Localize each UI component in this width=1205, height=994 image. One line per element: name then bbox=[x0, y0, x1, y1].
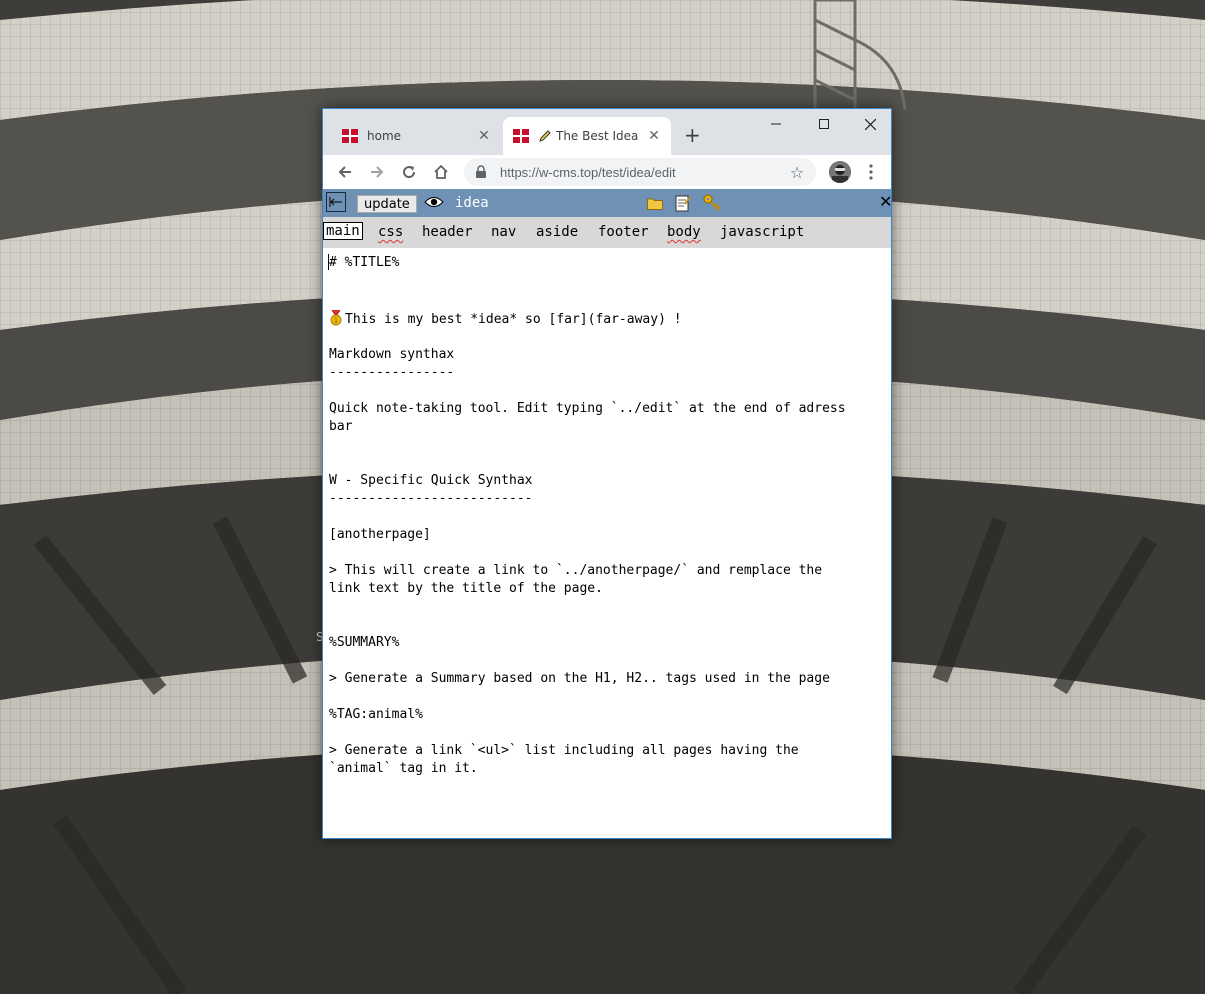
editor-line: ---------------- bbox=[329, 365, 455, 380]
forward-button[interactable] bbox=[365, 160, 389, 184]
tab-nav[interactable]: nav bbox=[491, 224, 516, 240]
tab-aside[interactable]: aside bbox=[536, 224, 578, 240]
bookmark-star-icon[interactable]: ☆ bbox=[788, 163, 806, 182]
browser-toolbar: https://w-cms.top/test/idea/edit ☆ bbox=[323, 155, 891, 189]
arrow-right-icon bbox=[371, 166, 384, 178]
tab-css[interactable]: css bbox=[378, 224, 403, 240]
menu-button[interactable] bbox=[863, 161, 879, 183]
arrow-left-icon bbox=[338, 166, 351, 178]
key-button[interactable] bbox=[702, 193, 722, 213]
reload-button[interactable] bbox=[397, 160, 421, 184]
cms-toolbar: update idea ✕ bbox=[323, 189, 892, 217]
editor-line: %TAG:animal% bbox=[329, 707, 423, 722]
notepad-button[interactable] bbox=[673, 193, 693, 213]
tab-javascript[interactable]: javascript bbox=[720, 224, 804, 240]
maximize-button[interactable] bbox=[807, 113, 841, 135]
medal-icon: 1 bbox=[330, 310, 342, 326]
editor-line: link text by the title of the page. bbox=[329, 581, 603, 596]
editor-line: `animal` tag in it. bbox=[329, 761, 478, 776]
tab-strip: home ✕ The Best Idea ✕ + bbox=[323, 109, 891, 155]
svg-text:1: 1 bbox=[334, 317, 338, 325]
update-button[interactable]: update bbox=[357, 195, 417, 213]
content-editor[interactable]: # %TITLE% 1 This is my best *idea* so [fa… bbox=[323, 248, 891, 838]
editor-line: W - Specific Quick Synthax bbox=[329, 473, 533, 488]
tab-home[interactable]: home ✕ bbox=[323, 117, 501, 155]
editor-line: > Generate a link `<ul>` list including … bbox=[329, 743, 799, 758]
new-tab-button[interactable]: + bbox=[684, 123, 701, 147]
editor-line: 1 This is my best *idea* so [far](far-awa… bbox=[329, 310, 682, 329]
close-icon bbox=[864, 118, 876, 130]
editor-line-text: This is my best *idea* so [far](far-away… bbox=[345, 312, 682, 327]
tab-close-icon[interactable]: ✕ bbox=[477, 128, 491, 144]
browser-window: home ✕ The Best Idea ✕ + https://w-cms.t… bbox=[322, 108, 892, 839]
back-button[interactable] bbox=[333, 160, 357, 184]
tab-the-best-idea[interactable]: The Best Idea ✕ bbox=[503, 117, 671, 155]
editor-line: %SUMMARY% bbox=[329, 635, 400, 650]
folder-button[interactable] bbox=[645, 193, 665, 213]
editor-line: -------------------------- bbox=[329, 491, 533, 506]
site-favicon-icon bbox=[513, 129, 529, 143]
tab-main[interactable]: main bbox=[323, 222, 363, 240]
tab-footer[interactable]: footer bbox=[598, 224, 649, 240]
tab-body[interactable]: body bbox=[667, 224, 701, 240]
profile-avatar[interactable] bbox=[829, 161, 851, 183]
home-button[interactable] bbox=[429, 160, 453, 184]
kebab-menu-icon bbox=[869, 164, 873, 180]
tab-title: The Best Idea bbox=[556, 129, 639, 143]
minimize-icon bbox=[771, 123, 781, 125]
pencil-icon bbox=[539, 130, 551, 142]
tab-title: home bbox=[367, 129, 402, 143]
folder-icon bbox=[647, 198, 663, 210]
cms-back-button[interactable] bbox=[326, 192, 346, 212]
editor-line: Quick note-taking tool. Edit typing `../… bbox=[329, 401, 846, 416]
key-icon bbox=[703, 194, 720, 211]
tab-header[interactable]: header bbox=[422, 224, 473, 240]
window-close-button[interactable] bbox=[853, 113, 887, 135]
address-bar[interactable]: https://w-cms.top/test/idea/edit ☆ bbox=[464, 158, 816, 186]
site-favicon-icon bbox=[342, 129, 358, 143]
address-url[interactable]: https://w-cms.top/test/idea/edit bbox=[500, 165, 788, 180]
cms-page-name[interactable]: idea bbox=[455, 195, 489, 211]
arrow-left-bar-icon bbox=[329, 197, 342, 207]
notepad-icon bbox=[675, 195, 691, 212]
cms-close-icon[interactable]: ✕ bbox=[879, 192, 892, 212]
reload-icon bbox=[403, 166, 416, 179]
editor-line: Markdown synthax bbox=[329, 347, 455, 362]
home-icon bbox=[434, 164, 448, 179]
editor-line: [anotherpage] bbox=[329, 527, 431, 542]
editor-line: > This will create a link to `../another… bbox=[329, 563, 823, 578]
editor-line: > Generate a Summary based on the H1, H2… bbox=[329, 671, 830, 686]
editor-line: bar bbox=[329, 419, 353, 434]
eye-icon[interactable] bbox=[424, 195, 444, 209]
lock-icon bbox=[476, 165, 486, 178]
tab-close-icon[interactable]: ✕ bbox=[647, 128, 661, 144]
editor-line: # %TITLE% bbox=[329, 255, 400, 270]
avatar-icon bbox=[829, 161, 851, 183]
cms-section-tabs: main css header nav aside footer body ja… bbox=[323, 217, 891, 248]
maximize-icon bbox=[819, 119, 829, 129]
minimize-button[interactable] bbox=[759, 113, 793, 135]
